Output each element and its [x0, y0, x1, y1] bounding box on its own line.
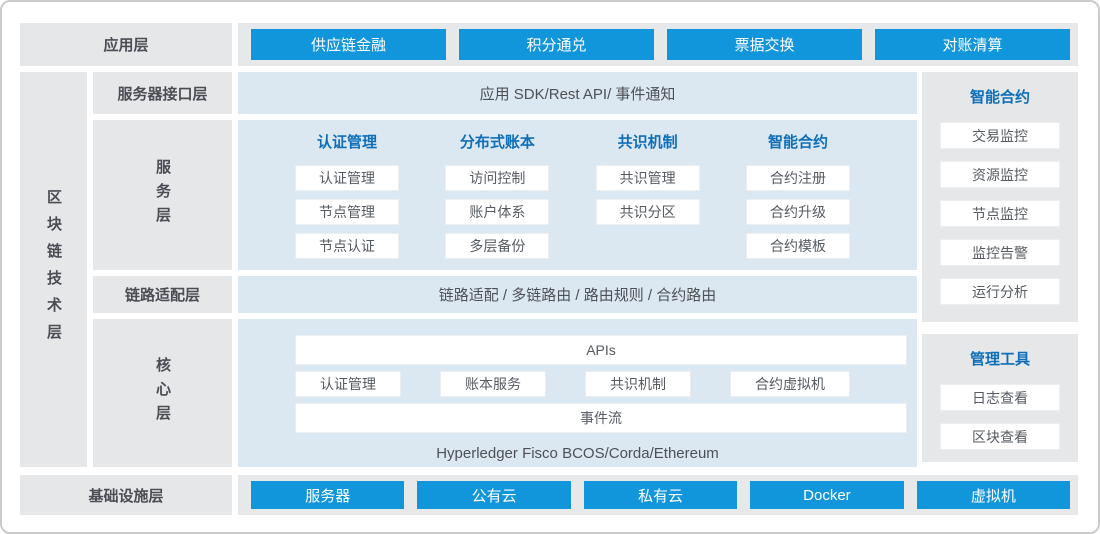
service-column-title: 共识机制 [596, 132, 700, 154]
monitor-item: 运行分析 [940, 278, 1060, 305]
tools-item: 区块查看 [940, 423, 1060, 450]
link-layer-label: 链路适配层 [93, 276, 232, 313]
service-item: 节点管理 [295, 199, 399, 225]
platforms-label: Hyperledger Fisco BCOS/Corda/Ethereum [238, 445, 917, 462]
infra-button-docker: Docker [750, 481, 903, 509]
interface-layer-content: 应用 SDK/Rest API/ 事件通知 [238, 72, 917, 114]
app-button-points-exchange: 积分通兑 [459, 29, 654, 60]
service-column-ledger: 分布式账本 访问控制 账户体系 多层备份 [445, 132, 549, 270]
monitor-item: 资源监控 [940, 161, 1060, 188]
monitor-panel-title: 智能合约 [970, 87, 1030, 109]
app-layer-strip: 供应链金融 积分通兑 票据交换 对账清算 [238, 23, 1078, 66]
service-column-title: 认证管理 [295, 132, 399, 154]
tech-layer-bar: 区块链技术层 [20, 72, 87, 467]
app-button-supply-chain-finance: 供应链金融 [251, 29, 446, 60]
infra-button-private-cloud: 私有云 [584, 481, 737, 509]
infra-button-server: 服务器 [251, 481, 404, 509]
tech-layer-label: 区块链技术层 [46, 189, 61, 351]
app-button-bill-exchange: 票据交换 [667, 29, 862, 60]
service-layer-panel: 认证管理 认证管理 节点管理 节点认证 分布式账本 访问控制 账户体系 多层备份… [238, 120, 917, 270]
service-item: 节点认证 [295, 233, 399, 259]
service-column-consensus: 共识机制 共识管理 共识分区 [596, 132, 700, 270]
service-item: 共识分区 [596, 199, 700, 225]
service-item: 访问控制 [445, 165, 549, 191]
tools-item: 日志查看 [940, 384, 1060, 411]
app-button-reconciliation: 对账清算 [875, 29, 1070, 60]
service-item: 共识管理 [596, 165, 700, 191]
core-module: 共识机制 [585, 371, 691, 397]
interface-layer-label: 服务器接口层 [93, 72, 232, 114]
blockchain-architecture-diagram: 应用层 供应链金融 积分通兑 票据交换 对账清算 区块链技术层 服务器接口层 服… [0, 0, 1100, 534]
infra-button-vm: 虚拟机 [917, 481, 1070, 509]
service-item: 合约升级 [746, 199, 850, 225]
service-column-contract: 智能合约 合约注册 合约升级 合约模板 [746, 132, 850, 270]
infra-layer-strip: 服务器 公有云 私有云 Docker 虚拟机 [238, 475, 1078, 515]
core-modules-row: 认证管理 账本服务 共识机制 合约虚拟机 [295, 371, 850, 397]
service-column-title: 智能合约 [746, 132, 850, 154]
monitor-item: 交易监控 [940, 122, 1060, 149]
service-item: 合约注册 [746, 165, 850, 191]
monitor-item: 监控告警 [940, 239, 1060, 266]
core-module: 账本服务 [440, 371, 546, 397]
app-layer-label: 应用层 [20, 23, 232, 66]
core-layer-panel: APIs 认证管理 账本服务 共识机制 合约虚拟机 事件流 Hyperledge… [238, 319, 917, 467]
service-column-auth: 认证管理 认证管理 节点管理 节点认证 [295, 132, 399, 270]
core-layer-label: 核心层 [93, 319, 232, 467]
service-layer-label: 服务层 [93, 120, 232, 270]
service-item: 认证管理 [295, 165, 399, 191]
infra-button-public-cloud: 公有云 [417, 481, 570, 509]
apis-bar: APIs [295, 335, 907, 365]
link-layer-content: 链路适配 / 多链路由 / 路由规则 / 合约路由 [238, 276, 917, 313]
tools-panel: 管理工具 日志查看 区块查看 [922, 334, 1078, 462]
service-item: 合约模板 [746, 233, 850, 259]
service-column-title: 分布式账本 [445, 132, 549, 154]
infra-layer-label: 基础设施层 [20, 475, 232, 515]
core-module: 认证管理 [295, 371, 401, 397]
monitor-item: 节点监控 [940, 200, 1060, 227]
core-module: 合约虚拟机 [730, 371, 850, 397]
service-item: 账户体系 [445, 199, 549, 225]
tools-panel-title: 管理工具 [970, 349, 1030, 371]
monitor-panel: 智能合约 交易监控 资源监控 节点监控 监控告警 运行分析 [922, 72, 1078, 322]
event-stream-bar: 事件流 [295, 403, 907, 433]
service-item: 多层备份 [445, 233, 549, 259]
